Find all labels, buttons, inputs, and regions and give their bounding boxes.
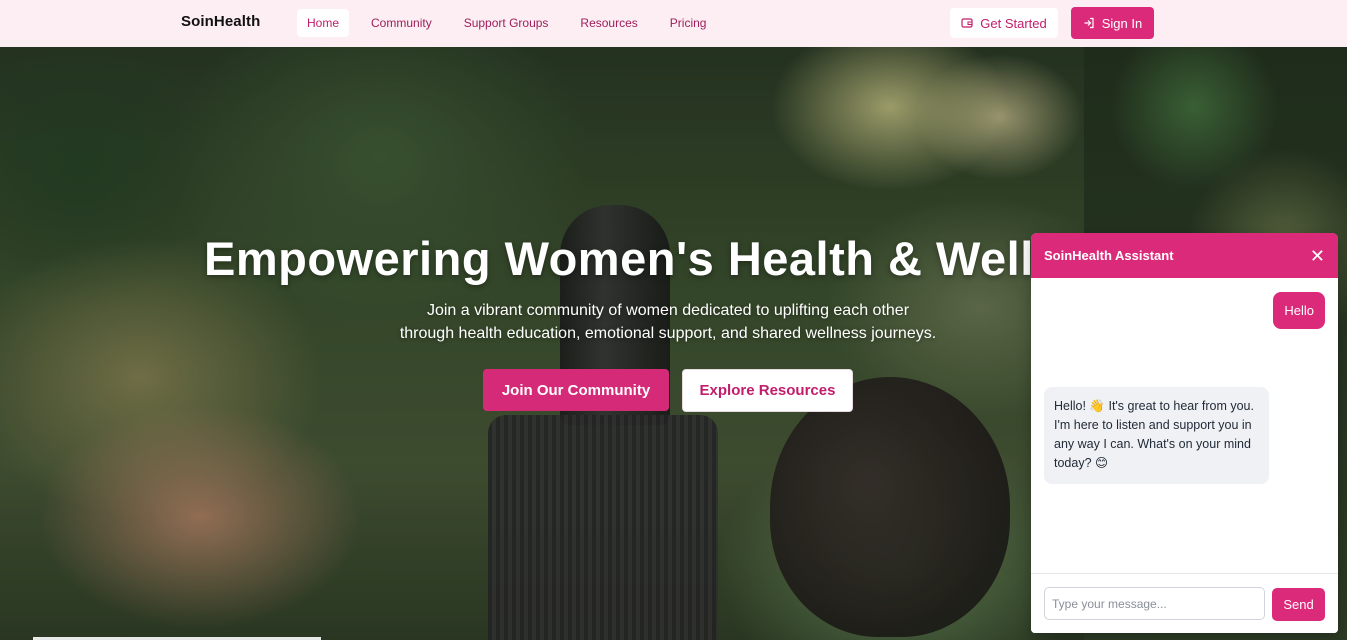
send-button[interactable]: Send bbox=[1272, 588, 1325, 621]
user-message: Hello bbox=[1273, 292, 1325, 329]
chat-title: SoinHealth Assistant bbox=[1044, 248, 1174, 263]
sign-in-label: Sign In bbox=[1101, 15, 1143, 31]
top-navbar: SoinHealth Home Community Support Groups… bbox=[0, 0, 1347, 47]
chat-message-input[interactable] bbox=[1044, 587, 1265, 620]
get-started-label: Get Started bbox=[980, 15, 1047, 31]
chat-widget: SoinHealth Assistant ✕ Hello Hello! 👋 It… bbox=[1031, 233, 1338, 633]
hero-subtitle: Join a vibrant community of women dedica… bbox=[338, 299, 998, 345]
get-started-button[interactable]: Get Started bbox=[950, 8, 1058, 38]
chat-messages: Hello Hello! 👋 It's great to hear from y… bbox=[1031, 278, 1338, 573]
nav-link-support-groups[interactable]: Support Groups bbox=[454, 9, 559, 37]
close-icon[interactable]: ✕ bbox=[1310, 247, 1325, 265]
nav-links: Home Community Support Groups Resources … bbox=[297, 9, 728, 37]
join-community-button[interactable]: Join Our Community bbox=[483, 369, 669, 411]
explore-resources-button[interactable]: Explore Resources bbox=[682, 369, 853, 412]
nav-link-resources[interactable]: Resources bbox=[570, 9, 647, 37]
brand-logo[interactable]: SoinHealth bbox=[181, 13, 260, 30]
login-icon bbox=[1084, 17, 1094, 29]
hero-subtitle-line-2: through health education, emotional supp… bbox=[399, 325, 937, 342]
chat-footer: Send bbox=[1031, 573, 1338, 633]
nav-link-pricing[interactable]: Pricing bbox=[660, 9, 717, 37]
chat-header: SoinHealth Assistant ✕ bbox=[1031, 233, 1338, 278]
nav-link-community[interactable]: Community bbox=[361, 9, 442, 37]
hero-title: Empowering Women's Health & Wellness bbox=[204, 232, 1143, 285]
hero-subtitle-line-1: Join a vibrant community of women dedica… bbox=[426, 302, 910, 319]
nav-link-home[interactable]: Home bbox=[297, 9, 350, 37]
bot-message: Hello! 👋 It's great to hear from you. I'… bbox=[1044, 387, 1269, 484]
wallet-icon bbox=[961, 18, 973, 28]
sign-in-button[interactable]: Sign In bbox=[1071, 7, 1154, 39]
